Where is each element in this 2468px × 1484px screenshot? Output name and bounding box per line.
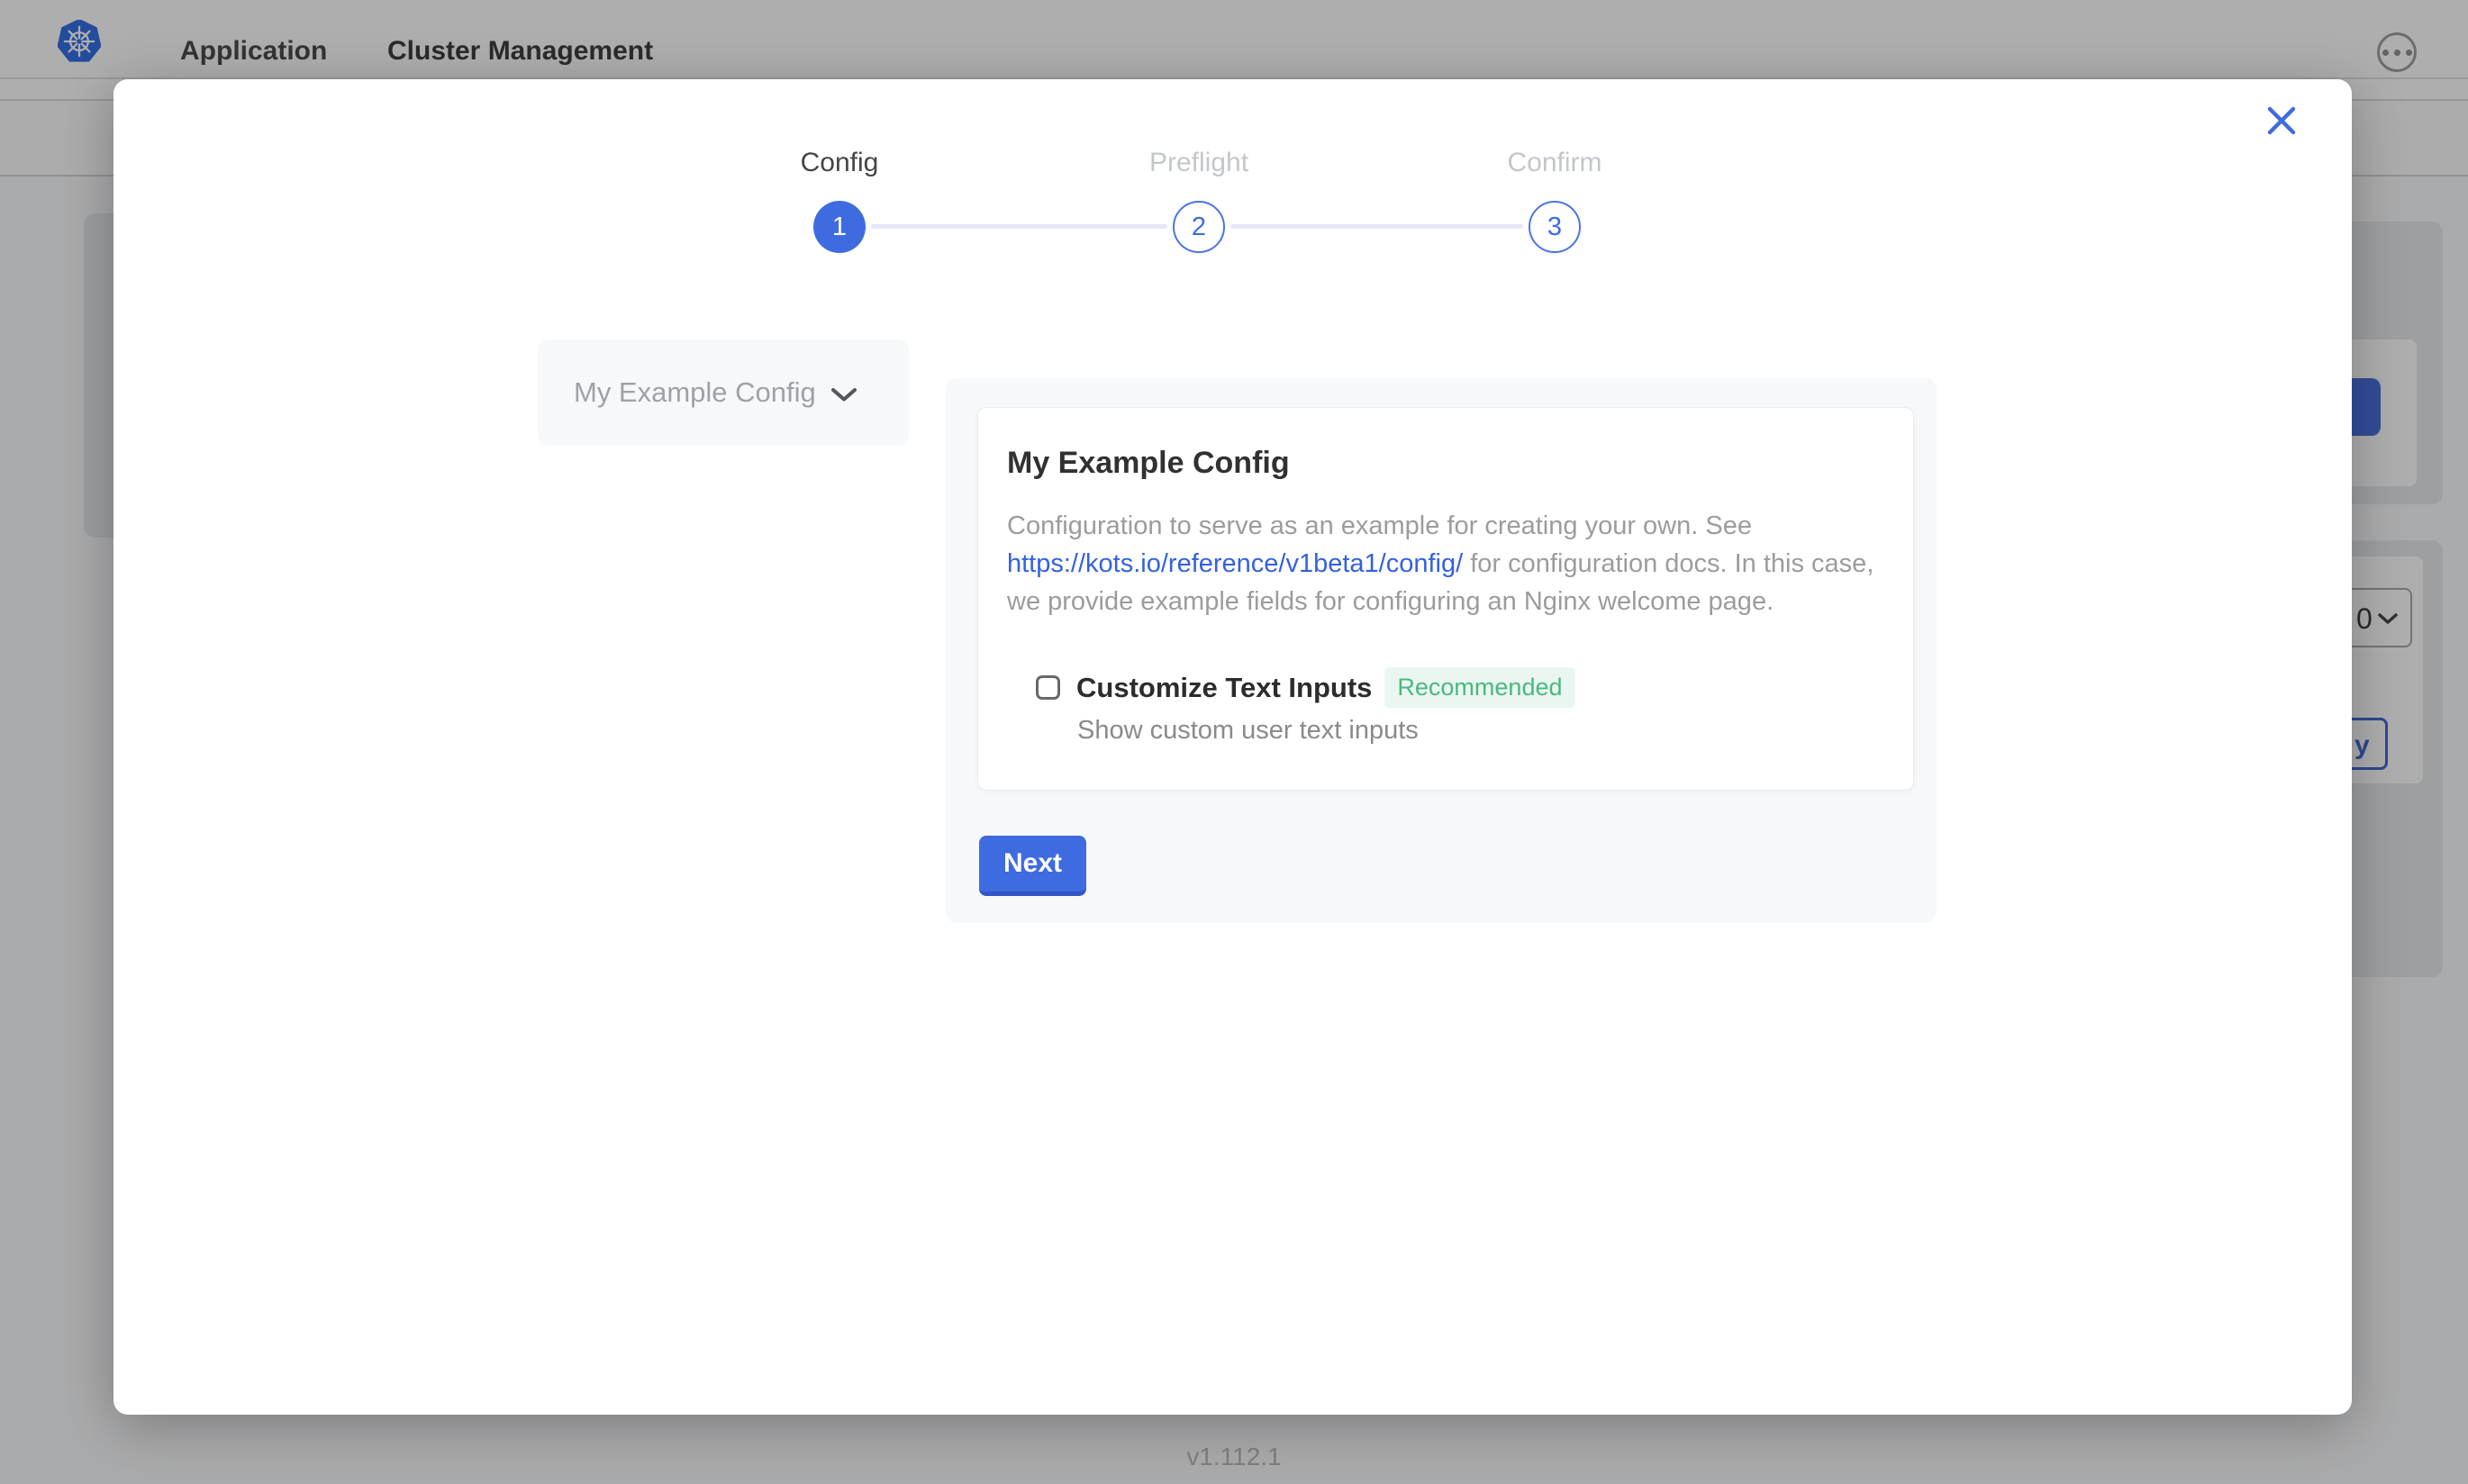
step-label-confirm: Confirm: [1507, 148, 1601, 178]
screen: Application Cluster Management 0 y v1.11…: [0, 0, 2468, 1484]
config-section-description: Configuration to serve as an example for…: [1007, 507, 1874, 620]
next-button[interactable]: Next: [979, 836, 1086, 896]
step-circle-1[interactable]: 1: [813, 201, 866, 253]
description-line: we provide example fields for configurin…: [1007, 583, 1874, 620]
chevron-down-icon: [830, 387, 857, 403]
step-connector: [871, 224, 1167, 229]
config-section-title: My Example Config: [1007, 446, 1290, 481]
close-icon[interactable]: [2265, 104, 2298, 137]
description-line: Configuration to serve as an example for…: [1007, 507, 1874, 545]
description-line: https://kots.io/reference/v1beta1/config…: [1007, 545, 1874, 583]
step-label-config: Config: [801, 148, 879, 178]
step-label-preflight: Preflight: [1149, 148, 1248, 178]
config-group-select[interactable]: My Example Config: [538, 339, 909, 446]
step-connector: [1230, 224, 1523, 229]
config-docs-link[interactable]: https://kots.io/reference/v1beta1/config…: [1007, 549, 1463, 578]
customize-text-inputs-checkbox[interactable]: [1036, 675, 1060, 700]
description-after-link: for configuration docs. In this case,: [1463, 549, 1874, 578]
config-group-select-value: My Example Config: [574, 376, 816, 409]
config-wizard-modal: Config Preflight Confirm 1 2 3 My Exampl…: [113, 79, 2352, 1415]
customize-text-inputs-help: Show custom user text inputs: [1077, 716, 1419, 746]
step-circle-2[interactable]: 2: [1173, 201, 1225, 253]
config-section-card: My Example Config Configuration to serve…: [977, 407, 1914, 791]
customize-text-inputs-row: Customize Text Inputs Recommended: [1036, 667, 1575, 708]
customize-text-inputs-label: Customize Text Inputs: [1076, 672, 1372, 704]
step-circle-3[interactable]: 3: [1529, 201, 1581, 253]
recommended-badge: Recommended: [1384, 667, 1574, 708]
config-panel: My Example Config Configuration to serve…: [946, 378, 1937, 923]
